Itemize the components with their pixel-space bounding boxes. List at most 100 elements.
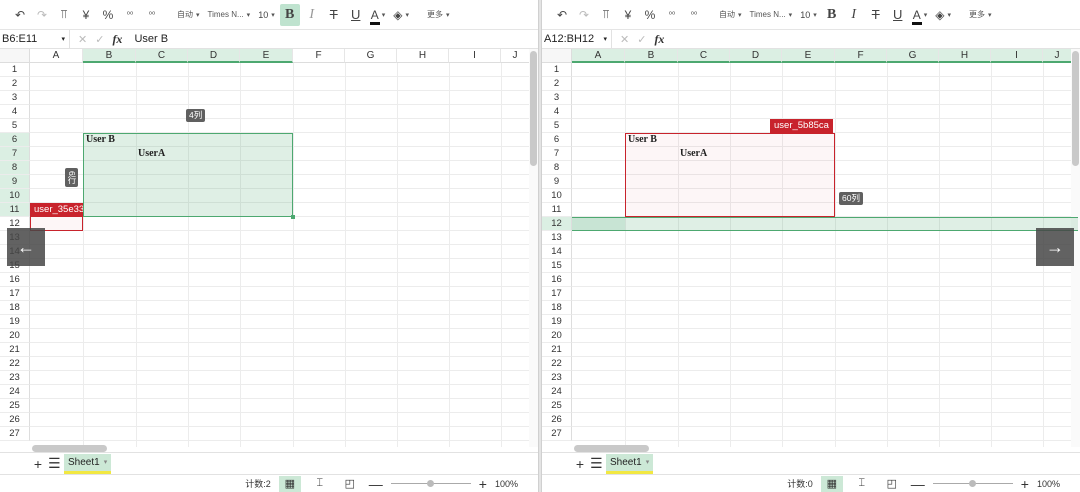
formula-input[interactable]: User B — [130, 33, 168, 45]
row-header-24[interactable]: 24 — [542, 385, 572, 399]
select-all-corner[interactable] — [542, 49, 572, 63]
number-format-dropdown[interactable]: 自动 ▾ — [174, 4, 203, 26]
redo-icon[interactable]: ↷ — [32, 4, 52, 26]
column-header-g[interactable]: G — [887, 49, 939, 63]
font-family-dropdown[interactable]: Times N... ▾ — [747, 4, 796, 26]
row-header-15[interactable]: 15 — [542, 259, 572, 273]
fx-icon[interactable]: fx — [112, 32, 122, 47]
page-break-view-icon[interactable]: ⌶ — [309, 476, 331, 492]
cell-b6[interactable]: User B — [86, 133, 115, 147]
row-header-5[interactable]: 5 — [542, 119, 572, 133]
row-header-4[interactable]: 4 — [0, 105, 30, 119]
row-header-2[interactable]: 2 — [542, 77, 572, 91]
row-header-3[interactable]: 3 — [0, 91, 30, 105]
increase-decimal-icon[interactable]: ⁰⁰ — [142, 4, 162, 26]
cancel-icon[interactable]: ✕ — [620, 33, 629, 46]
font-family-dropdown[interactable]: Times N... ▾ — [205, 4, 254, 26]
row-header-26[interactable]: 26 — [0, 413, 30, 427]
sheet-grid[interactable]: ABCDEFGHIJ123456789101112131415161718192… — [542, 49, 1080, 452]
row-header-8[interactable]: 8 — [0, 161, 30, 175]
row-header-27[interactable]: 27 — [542, 427, 572, 441]
next-arrow-button[interactable]: → — [1036, 228, 1074, 266]
vertical-scrollbar[interactable] — [530, 51, 537, 166]
fx-icon[interactable]: fx — [654, 32, 664, 47]
column-header-a[interactable]: A — [572, 49, 625, 63]
page-layout-view-icon[interactable]: ◰ — [881, 476, 903, 492]
row-header-2[interactable]: 2 — [0, 77, 30, 91]
row-header-19[interactable]: 19 — [542, 315, 572, 329]
row-header-18[interactable]: 18 — [542, 301, 572, 315]
row-header-17[interactable]: 17 — [542, 287, 572, 301]
sheet-grid[interactable]: ABCDEFGHIJ123456789101112131415161718192… — [0, 49, 538, 452]
column-header-f[interactable]: F — [835, 49, 887, 63]
column-header-i[interactable]: I — [449, 49, 501, 63]
row-header-16[interactable]: 16 — [0, 273, 30, 287]
row-header-16[interactable]: 16 — [542, 273, 572, 287]
column-header-i[interactable]: I — [991, 49, 1043, 63]
decrease-decimal-icon[interactable]: ⁰⁰ — [120, 4, 140, 26]
row-header-25[interactable]: 25 — [0, 399, 30, 413]
sheet-list-icon[interactable]: ☰ — [590, 455, 603, 472]
confirm-icon[interactable]: ✓ — [637, 33, 646, 46]
currency-button[interactable]: ¥ — [618, 4, 638, 26]
row-header-8[interactable]: 8 — [542, 161, 572, 175]
font-color-button[interactable]: A ▾ — [910, 4, 931, 26]
bold-button[interactable]: B — [822, 4, 842, 26]
row-header-1[interactable]: 1 — [542, 63, 572, 77]
row-header-11[interactable]: 11 — [542, 203, 572, 217]
zoom-out-icon[interactable]: — — [369, 476, 383, 492]
column-header-j[interactable]: J — [1043, 49, 1072, 63]
horizontal-scrollbar[interactable] — [574, 445, 649, 452]
redo-icon[interactable]: ↷ — [574, 4, 594, 26]
column-header-h[interactable]: H — [397, 49, 449, 63]
italic-button[interactable]: I — [844, 4, 864, 26]
zoom-slider[interactable] — [390, 480, 471, 487]
normal-view-icon[interactable]: ▦ — [820, 475, 843, 492]
page-layout-view-icon[interactable]: ◰ — [339, 476, 361, 492]
undo-icon[interactable]: ↶ — [10, 4, 30, 26]
row-header-6[interactable]: 6 — [542, 133, 572, 147]
row-header-6[interactable]: 6 — [0, 133, 30, 147]
underline-button[interactable]: U — [346, 4, 366, 26]
row-header-1[interactable]: 1 — [0, 63, 30, 77]
strikethrough-button[interactable]: T — [866, 4, 886, 26]
cell-c7[interactable]: UserA — [138, 147, 165, 161]
row-header-19[interactable]: 19 — [0, 315, 30, 329]
row-header-4[interactable]: 4 — [542, 105, 572, 119]
page-break-view-icon[interactable]: ⌶ — [851, 476, 873, 492]
row-header-14[interactable]: 14 — [542, 245, 572, 259]
horizontal-scrollbar[interactable] — [32, 445, 107, 452]
prev-arrow-button[interactable]: ← — [7, 228, 45, 266]
more-button[interactable]: 更多 ▾ — [424, 4, 453, 26]
bold-button[interactable]: B — [279, 3, 300, 26]
name-box[interactable]: A12:BH12 ▾ — [542, 30, 612, 48]
row-header-27[interactable]: 27 — [0, 427, 30, 441]
name-box[interactable]: B6:E11 ▾ — [0, 30, 70, 48]
normal-view-icon[interactable]: ▦ — [278, 475, 301, 492]
selected-row-range[interactable] — [572, 217, 1078, 231]
column-header-d[interactable]: D — [730, 49, 782, 63]
column-header-d[interactable]: D — [188, 49, 240, 63]
cancel-icon[interactable]: ✕ — [78, 33, 87, 46]
row-header-11[interactable]: 11 — [0, 203, 30, 217]
row-header-7[interactable]: 7 — [542, 147, 572, 161]
row-header-9[interactable]: 9 — [542, 175, 572, 189]
row-header-22[interactable]: 22 — [542, 357, 572, 371]
cell-c7[interactable]: UserA — [680, 147, 707, 161]
row-header-17[interactable]: 17 — [0, 287, 30, 301]
row-header-22[interactable]: 22 — [0, 357, 30, 371]
fill-color-button[interactable]: ◈ ▾ — [390, 4, 412, 26]
increase-decimal-icon[interactable]: ⁰⁰ — [684, 4, 704, 26]
percent-button[interactable]: % — [640, 4, 660, 26]
sheet-list-icon[interactable]: ☰ — [48, 455, 61, 472]
column-header-e[interactable]: E — [782, 49, 835, 63]
column-header-e[interactable]: E — [240, 49, 293, 63]
zoom-knob[interactable] — [426, 480, 434, 487]
column-header-b[interactable]: B — [625, 49, 678, 63]
row-header-18[interactable]: 18 — [0, 301, 30, 315]
number-format-dropdown[interactable]: 自动 ▾ — [716, 4, 745, 26]
active-cell[interactable] — [572, 218, 625, 230]
row-header-9[interactable]: 9 — [0, 175, 30, 189]
vertical-scrollbar[interactable] — [1072, 51, 1079, 166]
format-painter-icon[interactable]: ⫪ — [54, 4, 74, 26]
